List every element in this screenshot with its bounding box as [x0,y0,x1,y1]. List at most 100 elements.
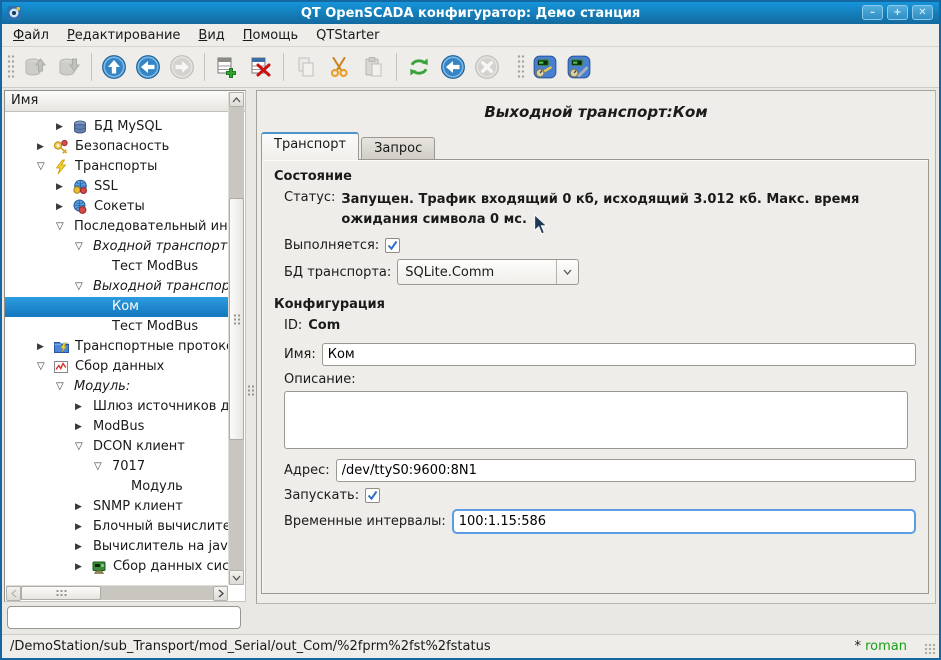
expand-icon[interactable]: ▶ [75,497,91,517]
expand-icon[interactable]: ▶ [75,517,91,537]
window-title: QT OpenSCADA конфигуратор: Демо станция [2,6,939,21]
add-item-button[interactable] [212,52,242,82]
tree-item[interactable]: ▽Последовательный инт [5,217,228,237]
tree-item[interactable]: ▽DCON клиент [5,437,228,457]
tree-item-label: Тест ModBus [112,257,198,277]
maximize-button[interactable]: + [887,5,908,20]
expand-icon[interactable]: ▶ [56,177,72,197]
chevron-down-icon[interactable] [556,260,578,284]
timings-input[interactable] [452,509,916,534]
tree-item[interactable]: ▶Транспортные протоко [5,337,228,357]
running-row: Выполняется: [284,238,916,253]
tree-item[interactable]: ▽Транспорты [5,157,228,177]
tree-item[interactable]: ▶SNMP клиент [5,497,228,517]
qtstarter-config-button[interactable] [564,52,594,82]
tree-item-label: 7017 [112,457,145,477]
name-input[interactable] [322,343,916,366]
tree-item-label: Блочный вычислите [93,517,228,537]
expand-icon[interactable]: ▶ [75,557,91,577]
tree-item[interactable]: ▶Блочный вычислите [5,517,228,537]
collapse-icon[interactable]: ▽ [94,457,110,477]
scrollbar-thumb[interactable] [229,198,244,440]
running-checkbox[interactable] [385,238,400,253]
description-textarea[interactable] [284,391,908,449]
menu-item-file[interactable]: Файл [6,26,56,45]
state-group-heading: Состояние [274,169,916,184]
tree-item[interactable]: ▶Сбор данных сис [5,557,228,577]
expand-icon[interactable]: ▶ [56,197,72,217]
tree-item[interactable]: ▶SSL [5,177,228,197]
tree-item-label: Тест ModBus [112,317,198,337]
tree-horizontal-scrollbar[interactable] [6,585,228,600]
collapse-icon[interactable]: ▽ [75,437,91,457]
minimize-button[interactable]: – [862,5,883,20]
toolbar-handle[interactable] [517,54,525,80]
titlebar[interactable]: QT OpenSCADA конфигуратор: Демо станция … [2,2,939,24]
cut-button[interactable] [325,52,355,82]
tree-item[interactable]: Ком [5,297,228,317]
id-row: ID: Com [284,318,916,333]
tab-request[interactable]: Запрос [361,137,435,160]
transport-db-label: БД транспорта: [284,265,391,280]
tree-filter-input[interactable] [7,606,241,629]
tree-item[interactable]: ▽7017 [5,457,228,477]
scroll-left-icon[interactable] [6,586,21,601]
collapse-icon[interactable]: ▽ [56,217,72,237]
toolbar-handle[interactable] [7,54,15,80]
tab-transport[interactable]: Транспорт [261,132,359,160]
forward-button [167,52,197,82]
collapse-icon[interactable]: ▽ [37,157,53,177]
menu-item-qtstarter[interactable]: QTStarter [309,26,386,45]
scrollbar-thumb[interactable] [21,586,101,600]
menu-item-view[interactable]: Вид [191,26,231,45]
paste-icon [362,55,386,79]
tree-item[interactable]: ▽Модуль: [5,377,228,397]
resize-grip-icon[interactable] [924,643,936,655]
collapse-icon[interactable]: ▽ [37,357,53,377]
expand-icon[interactable]: ▶ [75,537,91,557]
up-level-button[interactable] [99,52,129,82]
to-start-checkbox[interactable] [365,488,380,503]
tree-item[interactable]: Тест ModBus [5,317,228,337]
menu-item-help[interactable]: Помощь [236,26,305,45]
menu-item-edit[interactable]: Редактирование [60,26,187,45]
expand-icon[interactable]: ▶ [75,417,91,437]
expand-icon[interactable]: ▶ [37,337,53,357]
collapse-icon[interactable]: ▽ [75,277,91,297]
tree-item[interactable]: Модуль [5,477,228,497]
collapse-icon[interactable]: ▽ [75,237,91,257]
transport-db-select[interactable]: SQLite.Comm [397,259,579,285]
expand-icon[interactable]: ▶ [56,117,72,137]
tree-item[interactable]: ▽Входной транспорт [5,237,228,257]
expand-icon[interactable]: ▶ [37,137,53,157]
tree-item-label: Последовательный инт [74,217,228,237]
tree-item[interactable]: ▶Сокеты [5,197,228,217]
scroll-right-icon[interactable] [213,586,228,601]
tree-item[interactable]: ▶ModBus [5,417,228,437]
scroll-down-icon[interactable] [229,570,244,585]
panel-splitter[interactable] [246,90,256,602]
tree-vertical-scrollbar[interactable] [228,92,244,585]
security-icon [53,139,73,155]
collapse-icon[interactable]: ▽ [56,377,72,397]
database-up-icon [23,55,47,79]
start-button[interactable] [438,52,468,82]
scroll-up-icon[interactable] [229,92,244,107]
delete-item-button[interactable] [246,52,276,82]
back-button[interactable] [133,52,163,82]
stop-button [472,52,502,82]
address-input[interactable] [336,459,916,482]
add-row-icon [215,55,239,79]
tree-item-label: БД MySQL [94,117,162,137]
tree-item[interactable]: ▽Выходной транспор [5,277,228,297]
close-button[interactable]: ✕ [912,5,933,20]
qtstarter-dev-button[interactable] [530,52,560,82]
tree-item[interactable]: ▶ БД MySQL [5,117,228,137]
tree-item[interactable]: ▶Безопасность [5,137,228,157]
tree-item[interactable]: Тест ModBus [5,257,228,277]
tree-item[interactable]: ▶Вычислитель на java [5,537,228,557]
tree-item[interactable]: ▽Сбор данных [5,357,228,377]
expand-icon[interactable]: ▶ [75,397,91,417]
tree-item[interactable]: ▶Шлюз источников д [5,397,228,417]
reload-button[interactable] [404,52,434,82]
